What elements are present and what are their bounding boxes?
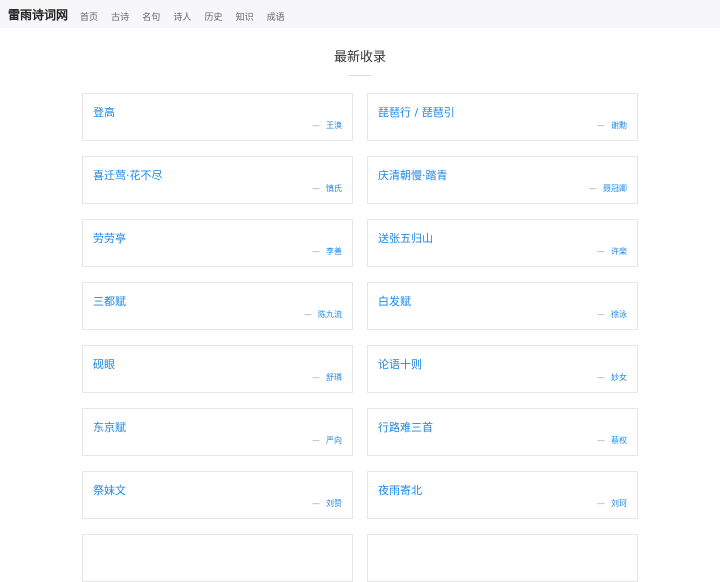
nav-item-idioms[interactable]: 成语 [267,13,285,23]
entry-title-link[interactable]: 白发赋 [378,293,411,309]
page-title: 最新收录 [333,50,386,65]
entry-title-link[interactable]: 三都赋 [93,293,126,309]
entry-author: — 陈九流 [304,310,342,319]
entry-card: 行路难三首 — 蔡权 [367,408,638,456]
author-link[interactable]: 聂冠卿 [603,184,627,193]
nav-item-knowledge[interactable]: 知识 [236,13,254,23]
entry-title-link[interactable]: 论语十则 [378,356,422,372]
entry-card: 砚眼 — 舒璘 [82,345,353,393]
entry-card: 喜迁莺·花不尽 — 慎氏 [82,156,353,204]
nav-item-history[interactable]: 历史 [204,13,222,23]
nav-item-famous-lines[interactable]: 名句 [142,13,160,23]
author-link[interactable]: 刘赞 [326,499,342,508]
entry-card: 登高 — 王涣 [82,93,353,141]
entry-title-link[interactable]: 夜雨寄北 [378,482,422,498]
main-nav: 首页 古诗 名句 诗人 历史 知识 成语 [80,5,293,24]
entry-title-link[interactable]: 琵琶行 / 琵琶引 [378,104,455,120]
entry-card-partial [367,534,638,582]
entry-title-link[interactable]: 送张五归山 [378,230,433,246]
author-link[interactable]: 陈九流 [318,310,342,319]
nav-item-poets[interactable]: 诗人 [173,13,191,23]
entry-card: 东京赋 — 严向 [82,408,353,456]
author-link[interactable]: 许棐 [611,247,627,256]
entry-author: — 蔡权 [597,436,627,445]
entry-author: — 舒璘 [312,373,342,382]
author-link[interactable]: 蔡权 [611,436,627,445]
entry-title-link[interactable]: 庆清朝慢·踏青 [378,167,448,183]
author-link[interactable]: 徐泳 [611,310,627,319]
entry-title-link[interactable]: 行路难三首 [378,419,433,435]
entry-card: 夜雨寄北 — 刘珂 [367,471,638,519]
entry-title-link[interactable]: 东京赋 [93,419,126,435]
entry-title-link[interactable]: 劳劳亭 [93,230,126,246]
entry-card: 论语十则 — 妙女 [367,345,638,393]
author-link[interactable]: 王涣 [326,121,342,130]
entry-card: 送张五归山 — 许棐 [367,219,638,267]
author-link[interactable]: 舒璘 [326,373,342,382]
nav-item-ancient-poems[interactable]: 古诗 [111,13,129,23]
top-navbar: 雷雨诗词网 首页 古诗 名句 诗人 历史 知识 成语 [0,0,720,28]
entry-card: 祭妹文 — 刘赞 [82,471,353,519]
entry-author: — 严向 [312,436,342,445]
author-link[interactable]: 妙女 [611,373,627,382]
entry-author: — 徐泳 [597,310,627,319]
entry-title-link[interactable]: 喜迁莺·花不尽 [93,167,163,183]
author-link[interactable]: 谢勳 [611,121,627,130]
entry-author: — 妙女 [597,373,627,382]
site-logo[interactable]: 雷雨诗词网 [8,6,68,23]
entry-author: — 谢勳 [597,121,627,130]
title-divider [348,75,372,76]
entry-card: 三都赋 — 陈九流 [82,282,353,330]
author-link[interactable]: 慎氏 [326,184,342,193]
author-link[interactable]: 刘珂 [611,499,627,508]
entry-author: — 慎氏 [312,184,342,193]
entry-grid: 登高 — 王涣 琵琶行 / 琵琶引 — 谢勳 喜迁莺·花不尽 — 慎氏 庆清朝慢·踏青… [82,93,638,582]
entry-card: 白发赋 — 徐泳 [367,282,638,330]
entry-card: 劳劳亭 — 李善 [82,219,353,267]
entry-title-link[interactable]: 砚眼 [93,356,115,372]
entry-author: — 王涣 [312,121,342,130]
entry-author: — 刘珂 [597,499,627,508]
entry-title-link[interactable]: 登高 [93,104,115,120]
entry-author: — 许棐 [597,247,627,256]
entry-author: — 聂冠卿 [589,184,627,193]
nav-item-home[interactable]: 首页 [80,13,98,23]
entry-title-link[interactable]: 祭妹文 [93,482,126,498]
entry-author: — 刘赞 [312,499,342,508]
entry-card-partial [82,534,353,582]
entry-card: 庆清朝慢·踏青 — 聂冠卿 [367,156,638,204]
author-link[interactable]: 李善 [326,247,342,256]
author-link[interactable]: 严向 [326,436,342,445]
entry-card: 琵琶行 / 琵琶引 — 谢勳 [367,93,638,141]
entry-author: — 李善 [312,247,342,256]
